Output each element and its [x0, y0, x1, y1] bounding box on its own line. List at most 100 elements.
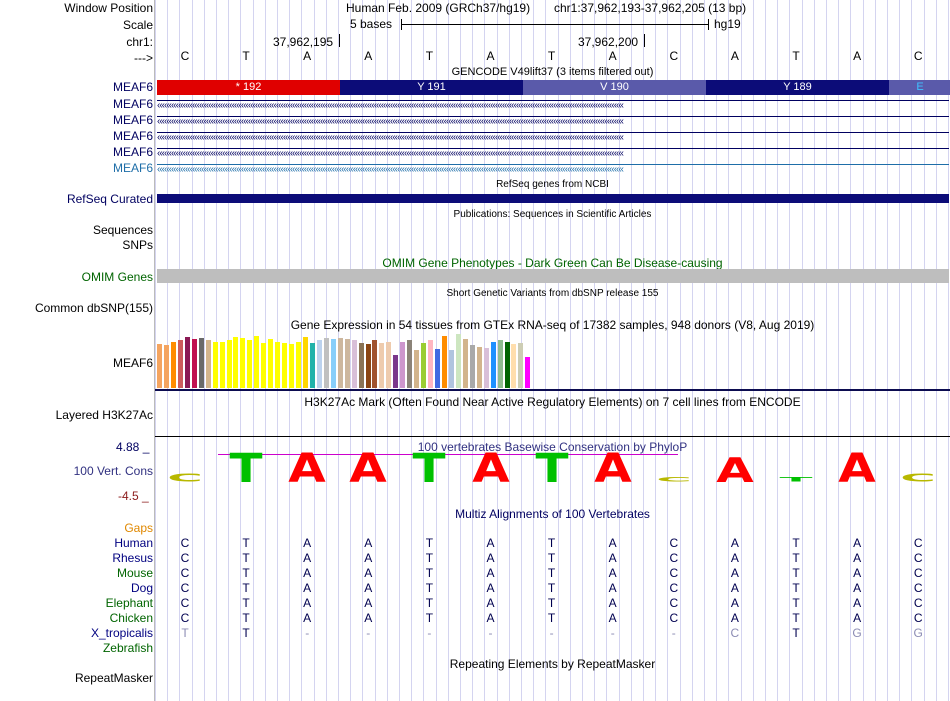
gtex-tissue-bar[interactable] — [205, 340, 211, 388]
gtex-bar-chart[interactable] — [157, 333, 537, 388]
gtex-tissue-bar[interactable] — [226, 340, 232, 388]
gtex-tissue-bar[interactable] — [351, 340, 357, 388]
species-label[interactable]: Dog — [131, 581, 153, 595]
gtex-label[interactable]: MEAF6 — [113, 356, 153, 370]
gtex-tissue-bar[interactable] — [435, 349, 440, 388]
gencode-exon-segment[interactable]: Y 191 — [340, 80, 523, 95]
gtex-tissue-bar[interactable] — [184, 336, 190, 388]
gtex-tissue-bar[interactable] — [240, 338, 246, 388]
gencode-main-label[interactable]: MEAF6 — [113, 80, 153, 94]
gtex-tissue-bar[interactable] — [170, 342, 176, 388]
gencode-transcript-strand[interactable]: ‹‹‹‹‹‹‹‹‹‹‹‹‹‹‹‹‹‹‹‹‹‹‹‹‹‹‹‹‹‹‹‹‹‹‹‹‹‹‹‹… — [157, 148, 949, 158]
species-label[interactable]: Zebrafish — [103, 641, 153, 655]
gtex-tissue-bar[interactable] — [511, 343, 517, 388]
species-label[interactable]: Rhesus — [112, 551, 153, 565]
gtex-tissue-bar[interactable] — [212, 341, 218, 388]
gtex-tissue-bar[interactable] — [302, 337, 308, 388]
gencode-transcript-label[interactable]: MEAF6 — [113, 113, 153, 127]
dbsnp-label[interactable]: Common dbSNP(155) — [35, 301, 153, 315]
gaps-label[interactable]: Gaps — [124, 521, 153, 535]
gtex-tissue-bar[interactable] — [476, 346, 482, 388]
gtex-tissue-bar[interactable] — [414, 350, 420, 388]
gtex-tissue-bar[interactable] — [261, 342, 267, 388]
gtex-tissue-bar[interactable] — [462, 339, 468, 388]
gtex-tissue-bar[interactable] — [504, 341, 510, 388]
gtex-tissue-bar[interactable] — [455, 334, 461, 388]
gtex-tissue-bar[interactable] — [219, 341, 225, 388]
omim-label[interactable]: OMIM Genes — [82, 270, 153, 284]
species-label[interactable]: Chicken — [110, 611, 153, 625]
species-label[interactable]: Human — [114, 536, 153, 550]
gencode-transcript-strand[interactable]: ‹‹‹‹‹‹‹‹‹‹‹‹‹‹‹‹‹‹‹‹‹‹‹‹‹‹‹‹‹‹‹‹‹‹‹‹‹‹‹‹… — [157, 100, 949, 110]
gencode-transcript-strand[interactable]: ‹‹‹‹‹‹‹‹‹‹‹‹‹‹‹‹‹‹‹‹‹‹‹‹‹‹‹‹‹‹‹‹‹‹‹‹‹‹‹‹… — [157, 116, 949, 126]
gtex-tissue-bar[interactable] — [282, 342, 288, 388]
gtex-tissue-bar[interactable] — [198, 338, 204, 388]
species-label[interactable]: Mouse — [117, 566, 153, 580]
gencode-exon-segment[interactable]: * 192 — [157, 80, 340, 95]
gtex-tissue-bar[interactable] — [407, 340, 413, 388]
gtex-tissue-bar[interactable] — [428, 340, 434, 388]
gtex-tissue-bar[interactable] — [483, 348, 489, 388]
gencode-transcript-strand[interactable]: ‹‹‹‹‹‹‹‹‹‹‹‹‹‹‹‹‹‹‹‹‹‹‹‹‹‹‹‹‹‹‹‹‹‹‹‹‹‹‹‹… — [157, 132, 949, 142]
gtex-tissue-bar[interactable] — [400, 341, 406, 388]
alignment-base: T — [242, 611, 250, 625]
scale-db: hg19 — [714, 17, 741, 31]
gtex-tissue-bar[interactable] — [441, 336, 447, 388]
gtex-tissue-bar[interactable] — [191, 339, 197, 388]
gencode-exon-segment[interactable]: V 190 — [523, 80, 706, 95]
gtex-tissue-bar[interactable] — [490, 341, 496, 388]
gtex-tissue-bar[interactable] — [157, 343, 162, 388]
gtex-tissue-bar[interactable] — [275, 341, 281, 388]
alignment-base: A — [853, 596, 862, 610]
gtex-tissue-bar[interactable] — [309, 342, 315, 388]
gtex-tissue-bar[interactable] — [386, 341, 392, 388]
gencode-transcript-label[interactable]: MEAF6 — [113, 161, 153, 175]
gtex-tissue-bar[interactable] — [372, 340, 378, 388]
refseq-label[interactable]: RefSeq Curated — [67, 192, 153, 206]
alignment-base: - — [366, 626, 371, 640]
gtex-tissue-bar[interactable] — [358, 342, 364, 388]
sequences-label[interactable]: Sequences — [93, 223, 153, 237]
alignment-base: A — [730, 611, 739, 625]
gtex-tissue-bar[interactable] — [421, 342, 427, 388]
gtex-tissue-bar[interactable] — [344, 339, 350, 388]
species-label[interactable]: Elephant — [106, 596, 153, 610]
alignment-base: A — [486, 536, 495, 550]
snps-label[interactable]: SNPs — [122, 238, 153, 252]
gencode-transcript-strand[interactable]: ‹‹‹‹‹‹‹‹‹‹‹‹‹‹‹‹‹‹‹‹‹‹‹‹‹‹‹‹‹‹‹‹‹‹‹‹‹‹‹‹… — [157, 164, 949, 174]
gtex-tissue-bar[interactable] — [469, 344, 475, 388]
gtex-tissue-bar[interactable] — [337, 337, 343, 388]
phylop-label[interactable]: 100 Vert. Cons — [74, 464, 153, 478]
gtex-tissue-bar[interactable] — [268, 339, 274, 388]
gtex-tissue-bar[interactable] — [289, 343, 295, 388]
species-label[interactable]: X_tropicalis — [91, 626, 153, 640]
gencode-transcript-label[interactable]: MEAF6 — [113, 97, 153, 111]
gtex-tissue-bar[interactable] — [163, 344, 169, 388]
alignment-base: A — [730, 551, 739, 565]
gtex-tissue-bar[interactable] — [448, 350, 454, 388]
gencode-transcript-label[interactable]: MEAF6 — [113, 129, 153, 143]
gtex-tissue-bar[interactable] — [233, 336, 239, 388]
gtex-tissue-bar[interactable] — [497, 340, 503, 388]
gtex-tissue-bar[interactable] — [330, 339, 336, 388]
gtex-tissue-bar[interactable] — [247, 340, 253, 388]
gtex-tissue-bar[interactable] — [393, 354, 399, 388]
gtex-tissue-bar[interactable] — [177, 340, 183, 388]
gtex-tissue-bar[interactable] — [296, 341, 301, 388]
gencode-exon-segment[interactable]: Y 189 — [706, 80, 889, 95]
gtex-tissue-bar[interactable] — [323, 338, 329, 388]
repeatmasker-label[interactable]: RepeatMasker — [75, 671, 153, 685]
gtex-tissue-bar[interactable] — [379, 342, 385, 388]
gencode-exon-segment[interactable]: E — [889, 80, 950, 95]
gtex-tissue-bar[interactable] — [316, 340, 322, 388]
gtex-tissue-bar[interactable] — [525, 356, 531, 388]
gencode-transcript-label[interactable]: MEAF6 — [113, 145, 153, 159]
refseq-gene-bar[interactable] — [157, 194, 949, 203]
alignment-base: G — [913, 626, 923, 640]
h3k27ac-label[interactable]: Layered H3K27Ac — [56, 408, 153, 422]
omim-bar[interactable] — [157, 269, 949, 283]
gtex-tissue-bar[interactable] — [365, 343, 371, 388]
gtex-tissue-bar[interactable] — [254, 336, 260, 388]
alignment-base: A — [486, 551, 495, 565]
gtex-tissue-bar[interactable] — [518, 342, 524, 388]
